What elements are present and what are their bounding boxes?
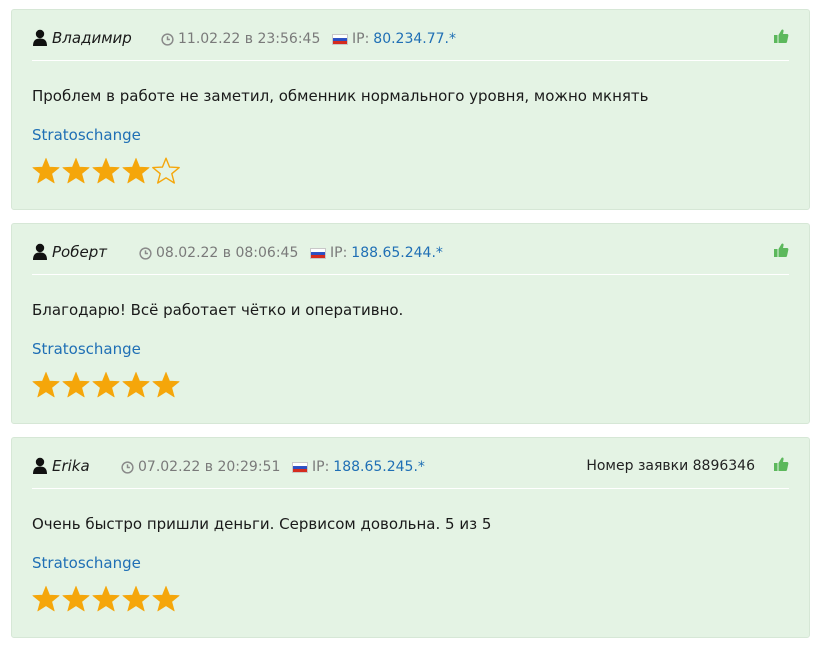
review-card: Erika 07.02.22 в 20:29:51 IP: 188.65.245… xyxy=(11,437,810,638)
russia-flag-icon xyxy=(310,247,326,259)
review-header: Владимир 11.02.22 в 23:56:45 IP: 80.234.… xyxy=(32,24,789,61)
date-text: 11.02.22 в 23:56:45 xyxy=(178,31,321,47)
russia-flag-icon xyxy=(292,461,308,473)
review-date: 08.02.22 в 08:06:45 xyxy=(139,245,298,261)
author-name: Роберт xyxy=(52,243,107,261)
user-icon xyxy=(33,243,47,260)
review-header: Роберт 08.02.22 в 08:06:45 IP: 188.65.24… xyxy=(32,238,789,275)
author-name: Erika xyxy=(52,457,90,475)
clock-icon xyxy=(121,460,134,474)
review-ip: IP: 80.234.77.* xyxy=(332,31,456,47)
star-filled-icon xyxy=(62,371,90,398)
star-filled-icon xyxy=(32,585,60,612)
thumbs-up-icon[interactable] xyxy=(773,242,789,258)
rating-stars xyxy=(31,156,181,186)
star-filled-icon xyxy=(92,157,120,184)
star-filled-icon xyxy=(92,371,120,398)
review-card: Роберт 08.02.22 в 08:06:45 IP: 188.65.24… xyxy=(11,223,810,424)
star-filled-icon xyxy=(152,371,180,398)
review-ip: IP: 188.65.245.* xyxy=(292,459,425,475)
exchange-link[interactable]: Stratoschange xyxy=(32,554,141,572)
clock-icon xyxy=(139,246,152,260)
rating-stars xyxy=(31,584,181,614)
review-author: Роберт xyxy=(32,243,107,261)
star-filled-icon xyxy=(62,157,90,184)
rating-stars xyxy=(31,370,181,400)
ip-value: 80.234.77.* xyxy=(373,31,456,47)
thumbs-up-icon[interactable] xyxy=(773,28,789,44)
review-text: Благодарю! Всё работает чётко и оператив… xyxy=(32,301,404,319)
ip-value: 188.65.245.* xyxy=(333,459,425,475)
ip-label: IP: xyxy=(312,459,330,475)
review-ip: IP: 188.65.244.* xyxy=(310,245,443,261)
review-date: 07.02.22 в 20:29:51 xyxy=(121,459,280,475)
review-header: Erika 07.02.22 в 20:29:51 IP: 188.65.245… xyxy=(32,452,789,489)
star-filled-icon xyxy=(32,157,60,184)
russia-flag-icon xyxy=(332,33,348,45)
ip-label: IP: xyxy=(330,245,348,261)
clock-icon xyxy=(161,32,174,46)
exchange-link[interactable]: Stratoschange xyxy=(32,126,141,144)
date-text: 08.02.22 в 08:06:45 xyxy=(156,245,299,261)
star-filled-icon xyxy=(122,157,150,184)
thumbs-up-icon[interactable] xyxy=(773,456,789,472)
author-name: Владимир xyxy=(52,29,132,47)
review-date: 11.02.22 в 23:56:45 xyxy=(161,31,320,47)
date-text: 07.02.22 в 20:29:51 xyxy=(138,459,281,475)
review-card: Владимир 11.02.22 в 23:56:45 IP: 80.234.… xyxy=(11,9,810,210)
review-text: Проблем в работе не заметил, обменник но… xyxy=(32,87,649,105)
user-icon xyxy=(33,457,47,474)
order-number: Номер заявки 8896346 xyxy=(586,458,755,474)
exchange-link[interactable]: Stratoschange xyxy=(32,340,141,358)
star-filled-icon xyxy=(152,585,180,612)
ip-label: IP: xyxy=(352,31,370,47)
star-empty-icon xyxy=(152,157,180,184)
star-filled-icon xyxy=(122,371,150,398)
review-author: Erika xyxy=(32,457,90,475)
review-author: Владимир xyxy=(32,29,132,47)
star-filled-icon xyxy=(32,371,60,398)
user-icon xyxy=(33,29,47,46)
star-filled-icon xyxy=(122,585,150,612)
review-text: Очень быстро пришли деньги. Сервисом дов… xyxy=(32,515,492,533)
star-filled-icon xyxy=(62,585,90,612)
star-filled-icon xyxy=(92,585,120,612)
ip-value: 188.65.244.* xyxy=(351,245,443,261)
